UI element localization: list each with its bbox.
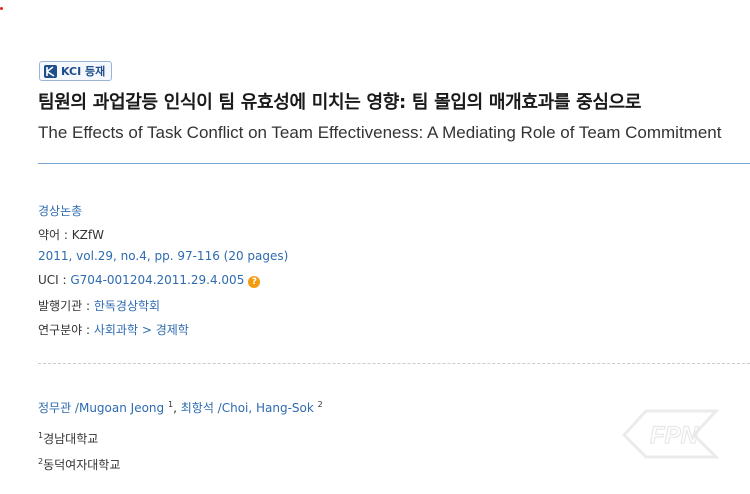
title-divider: [38, 163, 750, 164]
publisher-label: 발행기관 :: [38, 299, 94, 313]
kci-badge-label: KCI 등재: [61, 65, 106, 78]
abbreviation-label: 약어 :: [38, 228, 72, 242]
author-affiliation-marker: 2: [317, 400, 323, 409]
uci-link[interactable]: G704-001204.2011.29.4.005: [70, 273, 244, 287]
journal-name-line: 경상논총: [38, 202, 82, 219]
section-divider: [38, 363, 750, 364]
fpn-watermark-logo: FPN: [621, 409, 720, 459]
citation-line: 2011, vol.29, no.4, pp. 97-116 (20 pages…: [38, 249, 288, 263]
abbreviation-line: 약어 : KZfW: [38, 226, 104, 243]
affiliation-item: 1경남대학교: [38, 430, 98, 447]
watermark-text: FPN: [650, 422, 699, 449]
affiliation-name: 동덕여자대학교: [43, 458, 121, 472]
abbreviation-value: KZfW: [71, 228, 104, 242]
uci-line: UCI : G704-001204.2011.29.4.005?: [38, 273, 261, 288]
affiliation-name: 경남대학교: [43, 432, 99, 446]
help-icon[interactable]: ?: [248, 276, 261, 288]
title-english: The Effects of Task Conflict on Team Eff…: [38, 123, 722, 142]
publisher-line: 발행기관 : 한독경상학회: [38, 297, 160, 314]
kci-icon: [44, 64, 57, 78]
research-field-label: 연구분야 :: [38, 323, 94, 337]
research-field-link[interactable]: 사회과학 > 경제학: [94, 323, 189, 337]
author-list: 정무관 /Mugoan Jeong 1, 최항석 /Choi, Hang-Sok…: [38, 399, 323, 416]
publisher-link[interactable]: 한독경상학회: [94, 299, 160, 313]
title-korean: 팀원의 과업갈등 인식이 팀 유효성에 미치는 영향: 팀 몰입의 매개효과를 …: [38, 92, 642, 113]
author-separator: ,: [173, 401, 177, 415]
corner-dot: [0, 7, 3, 10]
affiliation-item: 2동덕여자대학교: [38, 456, 120, 473]
author-link[interactable]: 최항석 /Choi, Hang-Sok: [181, 401, 314, 415]
uci-label: UCI :: [38, 273, 71, 287]
journal-name-link[interactable]: 경상논총: [38, 204, 82, 218]
author-link[interactable]: 정무관 /Mugoan Jeong: [38, 401, 164, 415]
citation-link[interactable]: 2011, vol.29, no.4, pp. 97-116 (20 pages…: [38, 249, 288, 263]
research-field-line: 연구분야 : 사회과학 > 경제학: [38, 321, 189, 338]
kci-badge[interactable]: KCI 등재: [39, 61, 113, 81]
